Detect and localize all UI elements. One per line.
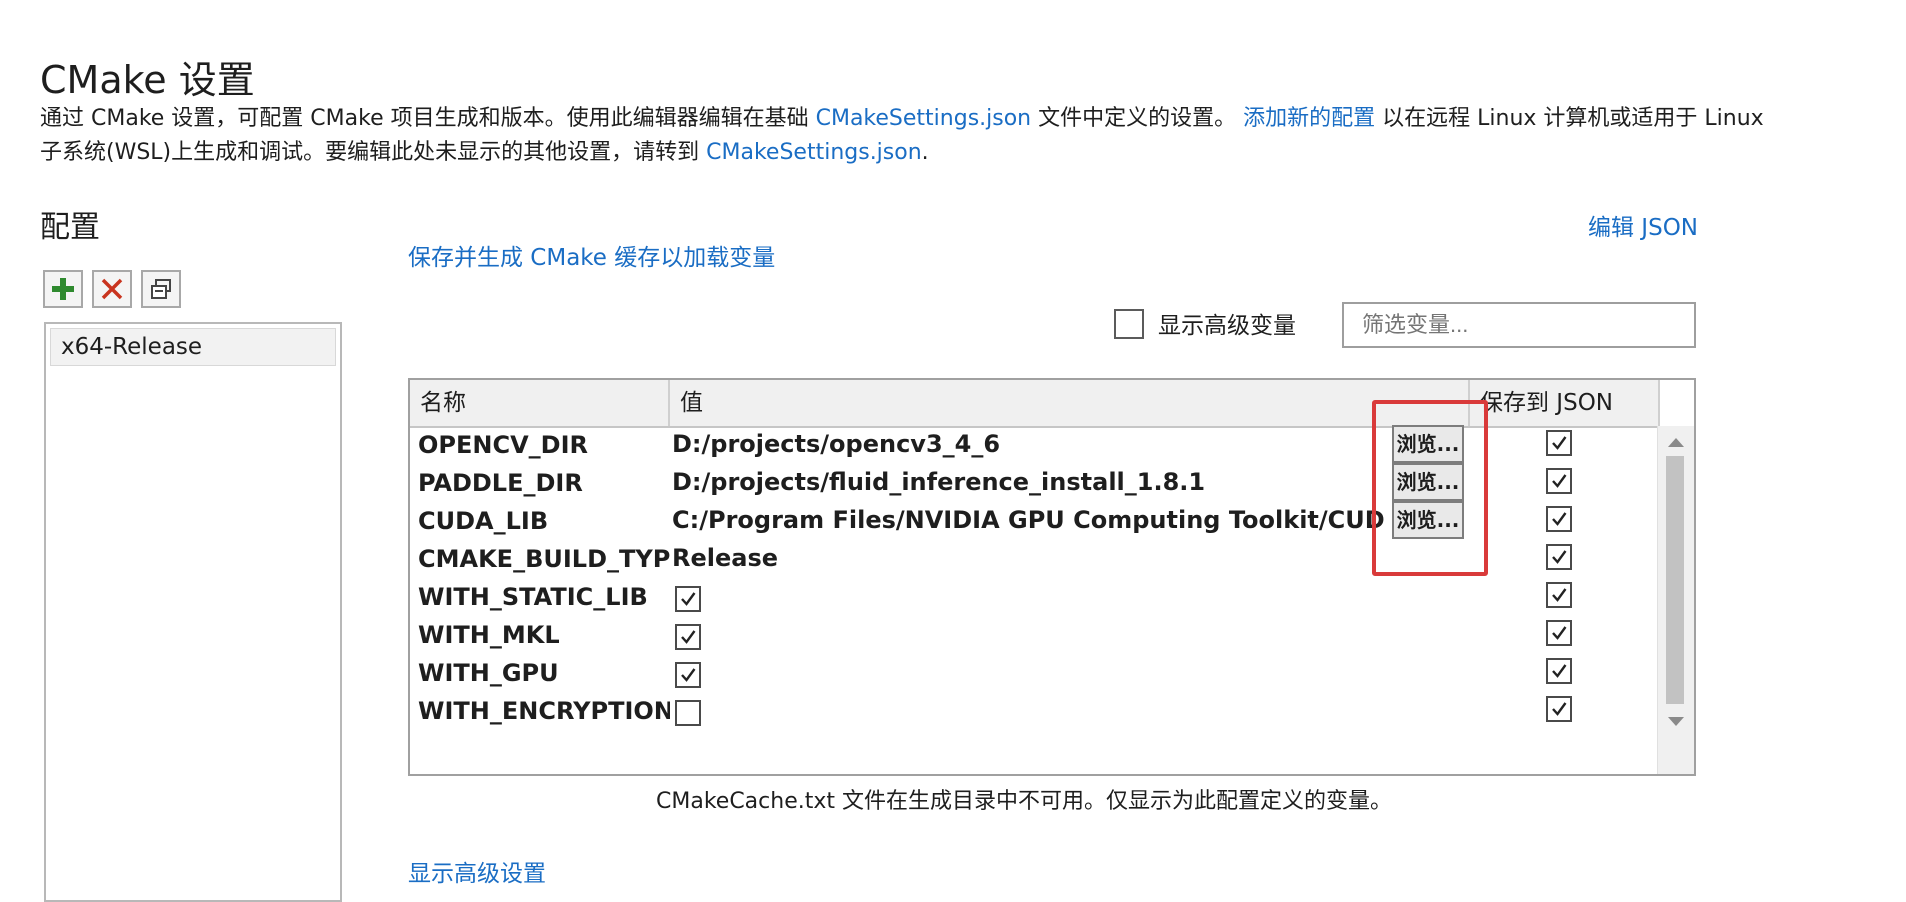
add-config-button[interactable] xyxy=(43,270,83,308)
scroll-up-arrow-icon[interactable] xyxy=(1667,436,1685,448)
checkmark-icon xyxy=(1552,702,1567,716)
checkmark-icon xyxy=(1552,626,1567,640)
show-advanced-settings-link[interactable]: 显示高级设置 xyxy=(408,858,546,890)
checkmark-icon xyxy=(1552,588,1567,602)
variable-value-checkbox[interactable] xyxy=(675,586,701,612)
page-title: CMake 设置 xyxy=(40,58,255,102)
checkmark-icon xyxy=(1552,436,1567,450)
description-text: 以在远程 Linux 计算机或适用于 Linux xyxy=(1375,106,1764,131)
description-line-2: 子系统(WSL)上生成和调试。要编辑此处未显示的其他设置，请转到 CMakeSe… xyxy=(40,136,929,170)
add-new-config-link[interactable]: 添加新的配置 xyxy=(1243,106,1375,131)
checkmark-icon xyxy=(681,668,696,682)
scrollbar-thumb[interactable] xyxy=(1666,456,1684,704)
variables-table: 名称 值 保存到 JSON OPENCV_DIR D:/projects/open… xyxy=(408,378,1696,776)
copy-config-button[interactable] xyxy=(141,270,181,308)
save-to-json-checkbox[interactable] xyxy=(1546,582,1572,608)
description-line-1: 通过 CMake 设置，可配置 CMake 项目生成和版本。使用此编辑器编辑在基… xyxy=(40,102,1764,136)
config-heading: 配置 xyxy=(40,210,100,245)
show-advanced-variables-checkbox[interactable] xyxy=(1114,309,1144,339)
checkmark-icon xyxy=(1552,664,1567,678)
save-to-json-checkbox[interactable] xyxy=(1546,430,1572,456)
save-to-json-checkbox[interactable] xyxy=(1546,544,1572,570)
filter-variables-input[interactable] xyxy=(1342,302,1696,348)
config-list: x64-Release xyxy=(44,322,342,902)
cmakesettings-json-link[interactable]: CMakeSettings.json xyxy=(816,106,1032,131)
checkmark-icon xyxy=(681,630,696,644)
column-header-save-to-json[interactable]: 保存到 JSON xyxy=(1470,380,1660,426)
checkmark-icon xyxy=(1552,550,1567,564)
add-icon xyxy=(52,278,74,300)
remove-config-button[interactable] xyxy=(92,270,132,308)
variable-value-checkbox[interactable] xyxy=(675,662,701,688)
save-generate-cache-link[interactable]: 保存并生成 CMake 缓存以加载变量 xyxy=(408,242,775,274)
browse-buttons-highlight xyxy=(1372,400,1488,576)
column-header-value[interactable]: 值 xyxy=(670,380,1470,426)
description-text: 文件中定义的设置。 xyxy=(1031,106,1244,131)
config-item-x64-release[interactable]: x64-Release xyxy=(50,328,336,366)
save-to-json-checkbox[interactable] xyxy=(1546,696,1572,722)
save-to-json-checkbox[interactable] xyxy=(1546,620,1572,646)
table-scrollbar[interactable] xyxy=(1657,426,1694,774)
show-advanced-variables-label: 显示高级变量 xyxy=(1158,313,1296,339)
save-to-json-checkbox[interactable] xyxy=(1546,506,1572,532)
variable-value-checkbox[interactable] xyxy=(675,624,701,650)
cmake-cache-note: CMakeCache.txt 文件在生成目录中不可用。仅显示为此配置定义的变量。 xyxy=(656,789,1392,814)
table-row[interactable]: WITH_ENCRYPTION xyxy=(410,688,1660,734)
scroll-down-arrow-icon[interactable] xyxy=(1667,716,1685,728)
variable-value-checkbox[interactable] xyxy=(675,700,701,726)
save-to-json-checkbox[interactable] xyxy=(1546,658,1572,684)
copy-config-icon xyxy=(151,279,171,299)
checkmark-icon xyxy=(681,592,696,606)
cmakesettings-json-link-2[interactable]: CMakeSettings.json xyxy=(706,140,922,165)
description-text: . xyxy=(921,140,929,165)
edit-json-link[interactable]: 编辑 JSON xyxy=(1588,212,1698,244)
description-text: 子系统(WSL)上生成和调试。要编辑此处未显示的其他设置，请转到 xyxy=(40,140,707,165)
checkmark-icon xyxy=(1552,512,1567,526)
column-header-name[interactable]: 名称 xyxy=(410,380,670,426)
remove-icon xyxy=(101,278,123,300)
description-text: 通过 CMake 设置，可配置 CMake 项目生成和版本。使用此编辑器编辑在基… xyxy=(40,106,816,131)
variable-name: WITH_ENCRYPTION xyxy=(418,697,670,725)
save-to-json-checkbox[interactable] xyxy=(1546,468,1572,494)
checkmark-icon xyxy=(1552,474,1567,488)
